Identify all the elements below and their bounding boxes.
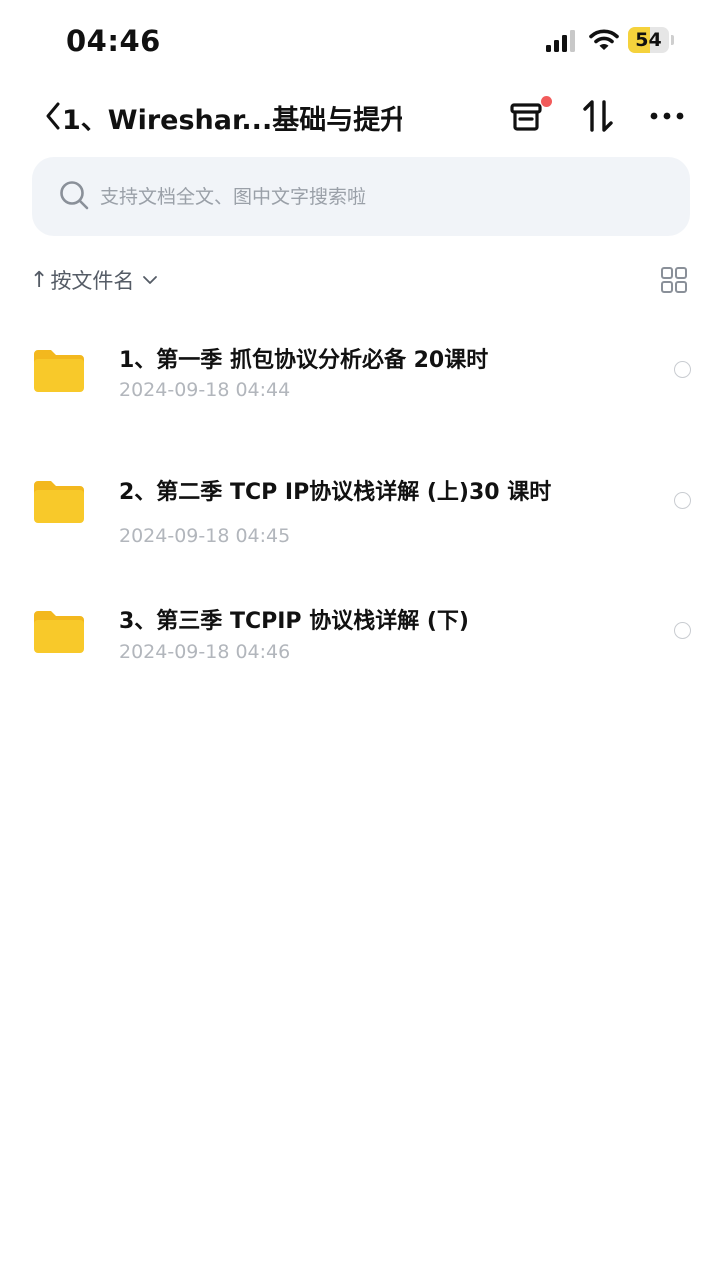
- search-bar[interactable]: [32, 157, 690, 236]
- file-name: 3、第三季 TCPIP 协议栈详解 (下): [119, 609, 469, 634]
- select-checkbox[interactable]: [674, 492, 691, 509]
- chevron-left-icon: [46, 102, 60, 130]
- sort-selector[interactable]: ↑ 按文件名: [30, 262, 158, 298]
- search-input[interactable]: [100, 157, 660, 236]
- nav-bar: 1、Wireshar...基础与提升: [0, 84, 721, 148]
- search-icon: [60, 181, 89, 210]
- sort-direction-arrow: ↑: [30, 267, 49, 293]
- wifi-icon: [589, 29, 619, 50]
- file-date: 2024-09-18 04:45: [119, 525, 291, 547]
- more-button[interactable]: [645, 94, 689, 138]
- file-date: 2024-09-18 04:44: [119, 379, 291, 401]
- status-bar: 04:46 54: [0, 0, 721, 80]
- transfer-list-icon: [510, 103, 542, 131]
- file-list-item[interactable]: 2、第二季 TCP IP协议栈详解 (上)30 课时 2024-09-18 04…: [0, 450, 721, 560]
- select-checkbox[interactable]: [674, 361, 691, 378]
- sort-label: 按文件名: [50, 269, 135, 293]
- select-checkbox[interactable]: [674, 622, 691, 639]
- file-name: 1、第一季 抓包协议分析必备 20课时: [119, 348, 489, 373]
- file-date: 2024-09-18 04:46: [119, 641, 291, 663]
- grid-view-icon[interactable]: [660, 266, 688, 294]
- chevron-down-icon: [143, 276, 158, 284]
- battery-level: 54: [635, 29, 662, 51]
- notification-dot: [541, 96, 552, 107]
- sort-icon: [583, 100, 613, 132]
- status-time: 04:46: [66, 24, 161, 58]
- sort-button[interactable]: [576, 94, 620, 138]
- page-title: 1、Wireshar...基础与提升: [62, 105, 402, 136]
- battery-icon: 54: [628, 27, 674, 53]
- cellular-signal-icon: [546, 30, 575, 52]
- folder-icon: [34, 481, 84, 523]
- more-icon: [650, 112, 684, 120]
- file-name: 2、第二季 TCP IP协议栈详解 (上)30 课时: [119, 480, 552, 505]
- file-list-item[interactable]: 1、第一季 抓包协议分析必备 20课时 2024-09-18 04:44: [0, 320, 721, 430]
- folder-icon: [34, 611, 84, 653]
- file-list-item[interactable]: 3、第三季 TCPIP 协议栈详解 (下) 2024-09-18 04:46: [0, 585, 721, 675]
- folder-icon: [34, 350, 84, 392]
